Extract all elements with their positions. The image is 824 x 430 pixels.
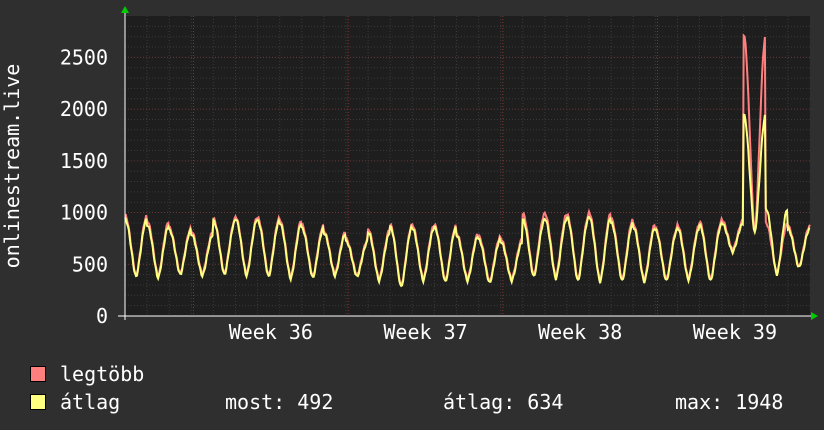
x-tick-label: Week 39 — [693, 320, 777, 344]
stat-maximum: max: 1948 — [675, 390, 784, 414]
legend-swatch-max — [30, 366, 46, 382]
y-tick-label: 2000 — [60, 97, 108, 121]
legend-item-avg: átlag — [30, 390, 120, 414]
x-tick-label: Week 38 — [538, 320, 622, 344]
x-tick-label: Week 37 — [383, 320, 467, 344]
stat-average: átlag: 634 — [443, 390, 564, 414]
y-tick-label: 1500 — [60, 149, 108, 173]
y-tick-label: 500 — [72, 252, 108, 276]
x-tick-label: Week 36 — [229, 320, 313, 344]
stat-current: most: 492 — [225, 390, 334, 414]
legend-item-max: legtöbb — [30, 362, 144, 386]
legend-label-avg: átlag — [60, 390, 121, 414]
y-tick-label: 1000 — [60, 201, 108, 225]
y-axis-arrow — [121, 6, 129, 13]
legend-label-max: legtöbb — [60, 362, 145, 386]
y-tick-label: 2500 — [60, 45, 108, 69]
y-ticks: 0 500 1000 1500 2000 2500 — [60, 45, 108, 328]
legend-swatch-avg — [30, 394, 46, 410]
y-axis-label: onlinestream.live — [0, 64, 24, 269]
x-ticks: Week 36 Week 37 Week 38 Week 39 — [229, 320, 777, 344]
y-tick-label: 0 — [96, 304, 108, 328]
x-axis-arrow — [811, 312, 818, 320]
